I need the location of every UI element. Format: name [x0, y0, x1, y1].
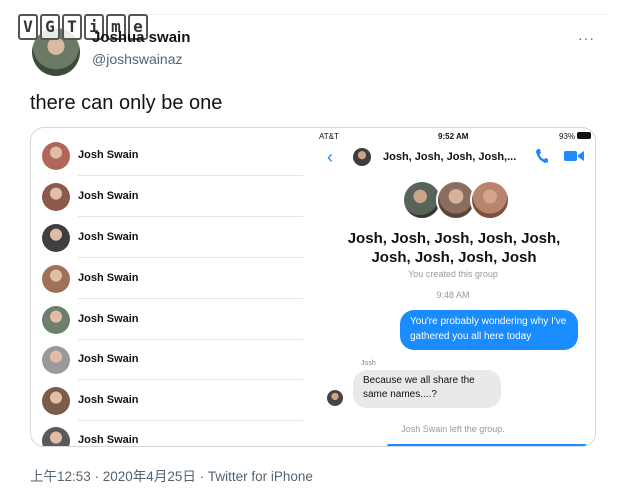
contact-name: Josh Swain [78, 149, 139, 161]
contact-row[interactable]: Josh Swain [31, 340, 303, 380]
next-message-partial [387, 444, 587, 446]
group-avatar-small[interactable] [353, 148, 371, 166]
carrier-label: AT&T [319, 132, 339, 141]
message-timestamp: 9:48 AM [436, 290, 470, 300]
battery-icon [577, 132, 591, 139]
contact-row[interactable]: Josh Swain [31, 381, 303, 421]
contact-row[interactable]: Josh Swain [31, 300, 303, 340]
tweet-media[interactable]: Josh Swain Josh Swain Josh Swain Josh Sw… [30, 127, 596, 447]
battery-percent: 93% [559, 132, 576, 141]
contact-name: Josh Swain [78, 353, 139, 365]
row-divider [78, 216, 303, 217]
contact-row[interactable]: Josh Swain [31, 136, 303, 176]
author-name[interactable]: Joshua swain [92, 29, 190, 46]
incoming-message[interactable]: Because we all share the same names....? [353, 370, 501, 408]
contact-row[interactable]: Josh Swain [31, 218, 303, 258]
row-divider [78, 379, 303, 380]
watermark-letter: V [18, 14, 38, 40]
contact-avatar [42, 183, 70, 211]
group-created-note: You created this group [408, 269, 498, 279]
contact-name: Josh Swain [78, 272, 139, 284]
contact-name: Josh Swain [78, 434, 139, 446]
author-handle[interactable]: @joshswainaz [92, 51, 182, 67]
contact-avatar [42, 142, 70, 170]
contact-avatar [42, 346, 70, 374]
more-options-icon[interactable]: ··· [578, 30, 595, 46]
status-bar: AT&T 9:52 AM 93% [309, 128, 595, 144]
group-avatars[interactable] [402, 180, 512, 220]
contact-avatar [42, 306, 70, 334]
contact-avatar [42, 265, 70, 293]
sender-avatar [327, 390, 343, 406]
chevron-left-icon[interactable]: ‹ [327, 148, 333, 166]
contact-name: Josh Swain [78, 313, 139, 325]
tweet-text: there can only be one [30, 92, 223, 114]
imessage-screen: AT&T 9:52 AM 93% ‹ Josh, Josh, Josh, Jos… [309, 128, 595, 446]
contact-avatar [42, 427, 70, 446]
outgoing-message[interactable]: You're probably wondering why I've gathe… [400, 310, 578, 350]
contact-avatar [42, 224, 70, 252]
row-divider [78, 175, 303, 176]
phone-icon[interactable] [535, 148, 549, 164]
sender-label: Josh [361, 360, 376, 367]
chat-title[interactable]: Josh, Josh, Josh, Josh,... [383, 151, 516, 163]
tweet-footer: 上午12:53 · 2020年4月25日 · Twitter for iPhon… [30, 469, 313, 484]
contact-row[interactable]: Josh Swain [31, 177, 303, 217]
status-time: 9:52 AM [438, 132, 469, 141]
left-group-note: Josh Swain left the group. [401, 424, 505, 434]
watermark-letter: G [40, 14, 60, 40]
group-title-line-1: Josh, Josh, Josh, Josh, Josh, [347, 230, 561, 247]
contact-name: Josh Swain [78, 394, 139, 406]
contact-row[interactable]: Josh Swain [31, 421, 303, 446]
row-divider [78, 298, 303, 299]
contact-list: Josh Swain Josh Swain Josh Swain Josh Sw… [31, 128, 303, 446]
contact-name: Josh Swain [78, 190, 139, 202]
contact-name: Josh Swain [78, 231, 139, 243]
row-divider [78, 257, 303, 258]
member-avatar [470, 180, 510, 220]
group-title-line-2: Josh, Josh, Josh, Josh [371, 249, 537, 266]
video-camera-icon[interactable] [564, 150, 584, 162]
watermark-letter: T [62, 14, 82, 40]
contact-avatar [42, 387, 70, 415]
contact-row[interactable]: Josh Swain [31, 259, 303, 299]
chat-nav-bar: ‹ Josh, Josh, Josh, Josh,... [309, 144, 595, 172]
